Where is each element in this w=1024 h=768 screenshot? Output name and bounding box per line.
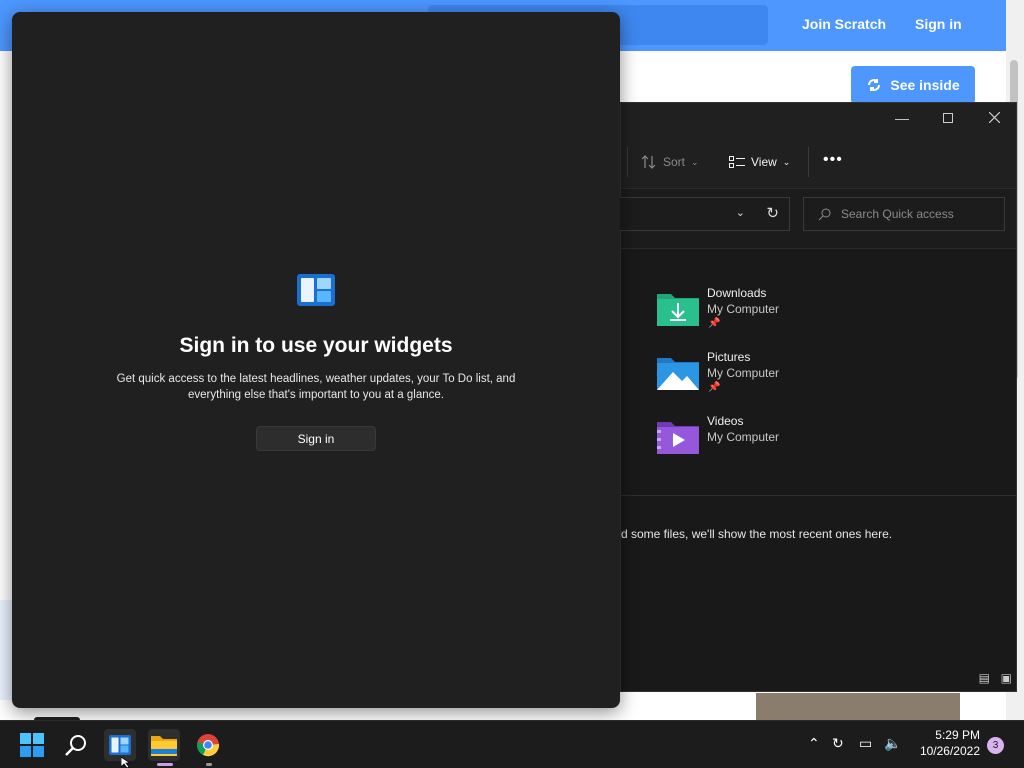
page-background-strip xyxy=(0,600,12,700)
pin-icon: 📌 xyxy=(708,318,721,329)
tiles-view-icon[interactable]: ▣ xyxy=(1001,671,1012,685)
chevron-down-icon: ⌄ xyxy=(782,156,791,167)
maximize-icon xyxy=(943,113,953,123)
toolbar-separator xyxy=(627,147,628,177)
mouse-cursor-icon xyxy=(121,757,131,768)
widgets-signin-button[interactable]: Sign in xyxy=(256,426,376,451)
chevron-down-icon[interactable]: ⌄ xyxy=(736,206,745,219)
network-icon[interactable]: ▭ xyxy=(859,735,872,752)
sign-in-link[interactable]: Sign in xyxy=(915,16,962,32)
notification-count-badge[interactable]: 3 xyxy=(987,737,1004,754)
widgets-icon xyxy=(109,735,131,755)
taskbar: ⌃ ↻ ▭ 🔈 5:29 PM 10/26/2022 3 xyxy=(0,720,1024,768)
widgets-signin-description: Get quick access to the latest headlines… xyxy=(116,373,516,401)
clock-time: 5:29 PM xyxy=(935,728,980,742)
remix-arrows-icon xyxy=(868,79,881,91)
maximize-button[interactable] xyxy=(933,107,963,129)
start-button[interactable] xyxy=(16,729,48,761)
folder-name: Pictures xyxy=(707,350,751,364)
taskbar-clock[interactable]: 5:29 PM 10/26/2022 xyxy=(912,727,980,759)
quick-access-item-pictures[interactable]: Pictures My Computer 📌 xyxy=(657,350,857,406)
widgets-logo-icon xyxy=(297,274,335,306)
chevron-down-icon: ⌄ xyxy=(691,156,699,167)
clock-date: 10/26/2022 xyxy=(919,744,980,758)
quick-access-item-videos[interactable]: Videos My Computer xyxy=(657,414,857,470)
see-inside-button[interactable]: See inside xyxy=(851,66,975,104)
sort-label: Sort xyxy=(663,155,686,169)
search-icon xyxy=(65,735,86,756)
refresh-icon[interactable]: ↻ xyxy=(766,204,779,222)
downloads-folder-icon xyxy=(657,294,699,326)
windows-logo-icon xyxy=(20,733,44,757)
minimize-button[interactable]: — xyxy=(887,107,917,129)
folder-location: My Computer xyxy=(707,302,780,316)
widgets-signin-heading: Sign in to use your widgets xyxy=(179,334,453,357)
sort-button[interactable]: Sort ⌄ xyxy=(641,151,699,173)
join-scratch-link[interactable]: Join Scratch xyxy=(802,16,886,32)
pictures-folder-icon xyxy=(657,358,699,390)
volume-icon[interactable]: 🔈 xyxy=(884,735,901,752)
sort-icon xyxy=(641,155,656,169)
taskbar-search-button[interactable] xyxy=(60,729,92,761)
explorer-address-row: ⌄ ↻ Search Quick access xyxy=(619,189,1016,249)
taskbar-widgets-button[interactable] xyxy=(104,729,136,761)
explorer-titlebar: — xyxy=(621,103,1016,133)
toolbar-separator xyxy=(808,147,809,177)
explorer-running-indicator xyxy=(157,763,173,766)
videos-folder-icon xyxy=(657,422,699,454)
taskbar-file-explorer-button[interactable] xyxy=(148,729,180,761)
search-icon xyxy=(818,208,831,220)
view-button[interactable]: View ⌄ xyxy=(729,151,790,173)
taskbar-chrome-button[interactable] xyxy=(192,729,224,761)
widgets-panel: Sign in to use your widgets Get quick ac… xyxy=(12,12,620,708)
recent-files-empty-message: d some files, we'll show the most recent… xyxy=(621,527,893,541)
search-placeholder: Search Quick access xyxy=(841,207,954,221)
details-view-icon[interactable]: ▤ xyxy=(979,671,990,685)
quick-access-item-downloads[interactable]: Downloads My Computer 📌 xyxy=(657,286,857,342)
file-explorer-window: — Sort ⌄ View ⌄ ••• ⌄ ↻ Search Quick acc xyxy=(619,102,1017,692)
sync-icon[interactable]: ↻ xyxy=(832,735,844,752)
project-thumbnail xyxy=(756,693,960,720)
show-hidden-icons-chevron-icon[interactable]: ⌃ xyxy=(808,735,820,752)
chrome-icon xyxy=(197,734,220,757)
folder-location: My Computer xyxy=(707,366,780,380)
view-icon xyxy=(729,156,745,168)
recent-section-divider xyxy=(621,495,1016,496)
see-inside-label: See inside xyxy=(890,77,960,93)
close-icon xyxy=(988,111,1000,124)
folder-location: My Computer xyxy=(707,430,780,444)
folder-icon xyxy=(151,736,177,756)
pin-icon: 📌 xyxy=(708,382,721,393)
chrome-running-indicator xyxy=(206,763,212,766)
search-quick-access-input[interactable]: Search Quick access xyxy=(803,197,1005,231)
more-options-button[interactable]: ••• xyxy=(823,149,843,171)
folder-name: Downloads xyxy=(707,286,767,300)
close-button[interactable] xyxy=(979,107,1009,129)
address-bar[interactable]: ⌄ ↻ xyxy=(619,197,790,231)
view-label: View xyxy=(751,155,777,169)
folder-name: Videos xyxy=(707,414,744,428)
explorer-command-bar: Sort ⌄ View ⌄ ••• xyxy=(621,133,1016,189)
